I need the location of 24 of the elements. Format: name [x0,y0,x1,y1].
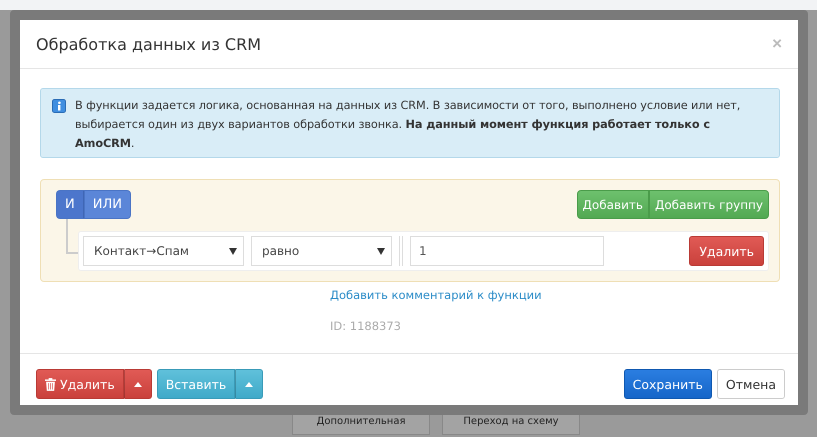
value-field[interactable]: 1 [410,236,604,266]
delete-button[interactable]: Удалить [689,236,764,266]
add-button[interactable]: Добавить группу [648,190,769,219]
info-icon [52,99,66,113]
footer-button[interactable]: Сохранить [624,369,712,399]
dropdown-toggle[interactable] [124,369,152,399]
trash-icon [45,378,56,390]
caret-icon [245,382,254,386]
info-text: В функции задается логика, основанная на данных из CRM. В зависимости от того, выполнено условие или нет, выбирается один из двух вариантов обработки звонка. На данный момент функция работает только с AmoCRM. [75,98,742,152]
footer-button[interactable]: Вставить [156,369,236,399]
caret-icon [134,382,142,386]
condition-toggle[interactable]: ИЛИ [84,190,131,219]
add-comment-link[interactable]: Добавить комментарий к функции [330,288,542,302]
add-button[interactable]: Добавить [576,190,649,219]
operator-select[interactable]: равно [251,236,392,266]
footer-button[interactable]: Удалить [36,369,124,399]
background-card-label: Переход на схему [442,415,580,435]
footer-button[interactable]: Отмена [716,369,785,399]
dropdown-toggle[interactable] [235,369,264,399]
id-label: ID: 1188373 [330,319,401,333]
condition-toggle[interactable]: И [56,190,84,219]
field-select[interactable]: Контакт→Спам [83,236,244,266]
background-card-label: Дополнительная [292,415,430,435]
dialog-title: Обработка данных из CRM [36,34,262,54]
